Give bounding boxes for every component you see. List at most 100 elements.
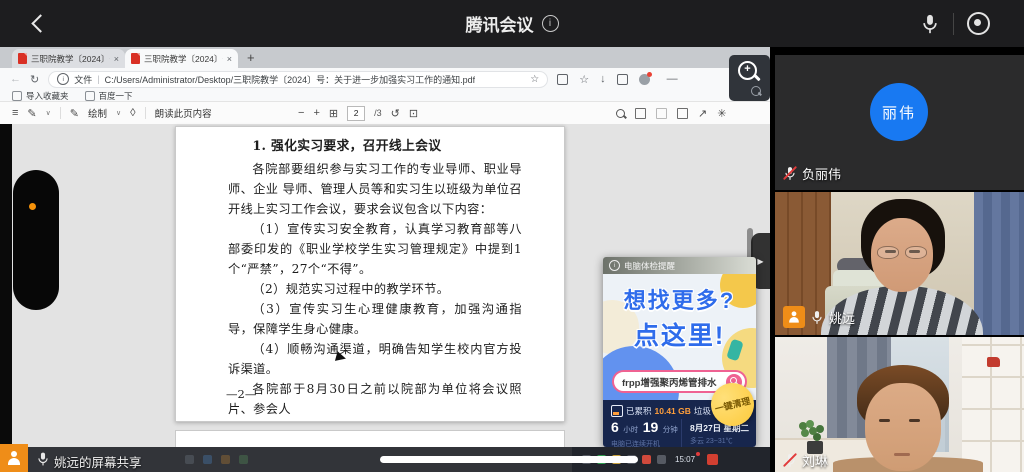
participant-name: 负丽伟 <box>802 164 841 183</box>
floating-toolbar-pill[interactable] <box>13 170 59 310</box>
participant-nametag: 负丽伟 <box>783 164 841 183</box>
browser-back-icon[interactable]: ← <box>10 73 21 85</box>
top-bar-actions <box>920 12 990 35</box>
browser-address-row: ← ↻ i 文件 | C:/Users/Administrator/Deskto… <box>0 68 770 90</box>
tray-notification-icon[interactable] <box>707 454 718 465</box>
junk-size: 10.41 GB <box>655 406 691 416</box>
microphone-icon[interactable] <box>36 451 50 467</box>
share-horizontal-scrollbar[interactable] <box>380 456 638 463</box>
doc-paragraph: （2）规范实习过程中的教学环节。 <box>228 279 522 299</box>
disk-icon <box>611 405 623 417</box>
taskbar-icon[interactable] <box>185 455 194 464</box>
taskbar-icon[interactable] <box>221 455 230 464</box>
new-tab-button[interactable]: + <box>247 50 255 68</box>
address-separator: | <box>97 74 99 84</box>
window-minimize-icon[interactable]: — <box>667 73 678 85</box>
mic-muted-icon <box>783 453 797 468</box>
chevron-down-icon[interactable]: ∨ <box>116 109 121 117</box>
participant-tile-yaoyuan[interactable]: 姚远 <box>775 192 1024 335</box>
zoom-in-icon[interactable]: + <box>313 107 319 119</box>
status-dot <box>29 203 36 210</box>
refresh-icon[interactable]: ↻ <box>30 73 39 86</box>
mic-muted-icon <box>783 166 797 181</box>
tencent-meeting-window: 腾讯会议 i 三职院教学〔2024〕号：关于.. × 三职院教学〔2024〕号：… <box>0 0 1024 472</box>
chevron-right-icon: ▶ <box>757 257 763 266</box>
uptime-column: 6 小时 19 分钟 电脑已连续开机 <box>611 419 681 447</box>
favorites-icon[interactable]: ☆ <box>579 73 589 86</box>
uptime-hours-unit: 小时 <box>623 425 638 434</box>
popup-header[interactable]: i 电脑体检提醒 <box>603 257 756 274</box>
taskbar-icon[interactable] <box>642 455 651 464</box>
page-view-icon[interactable]: ⊡ <box>409 107 418 120</box>
tile-divider <box>770 335 1024 337</box>
popup-header-title: 电脑体检提醒 <box>624 260 675 272</box>
record-icon[interactable] <box>967 12 990 35</box>
meeting-title-wrap: 腾讯会议 i <box>0 0 1024 47</box>
pdf-file-icon <box>131 53 140 64</box>
person-icon <box>7 451 21 465</box>
save-icon[interactable] <box>656 108 667 119</box>
browser-tab-1[interactable]: 三职院教学〔2024〕号：关于.. × <box>12 49 125 68</box>
bookmarks-bar: 导入收藏夹 百度一下 <box>0 90 770 102</box>
taskbar-icon[interactable] <box>239 455 248 464</box>
tab-title: 三职院教学〔2024〕号：关于.. <box>144 53 223 65</box>
signature-icon[interactable] <box>677 108 688 119</box>
pdf-page-3-edge <box>175 430 565 447</box>
page-icon <box>85 91 95 101</box>
person-eye <box>879 419 890 422</box>
draw-pen-icon[interactable]: ✎ <box>70 107 79 120</box>
eraser-icon[interactable]: ◊ <box>130 107 135 119</box>
rotate-icon[interactable]: ↺ <box>391 107 400 120</box>
taskbar-clock[interactable]: 15:07 <box>675 455 695 464</box>
draw-label[interactable]: 绘制 <box>88 106 107 120</box>
participant-tile-liulin[interactable]: 刘琳 <box>775 337 1024 472</box>
zoom-out-icon[interactable]: − <box>298 107 304 119</box>
bookmark-baidu[interactable]: 百度一下 <box>85 90 133 102</box>
split-screen-icon[interactable] <box>557 74 568 85</box>
downloads-icon[interactable]: ↓ <box>600 73 606 85</box>
bookmark-star-icon[interactable]: ☆ <box>530 74 539 85</box>
chevron-down-icon[interactable]: ∨ <box>46 109 51 117</box>
meeting-info-icon[interactable]: i <box>542 15 559 32</box>
plant <box>809 427 817 435</box>
search-icon[interactable] <box>616 109 625 118</box>
taskbar-icon[interactable] <box>657 455 666 464</box>
sharer-avatar <box>0 444 28 472</box>
junk-suffix: 垃圾 <box>694 405 711 417</box>
bookmark-import[interactable]: 导入收藏夹 <box>12 90 69 102</box>
popup-body[interactable]: 想找更多? 点这里! frpp增强聚丙烯管排水 <box>603 274 756 400</box>
uptime-note: 电脑已连续开机 <box>611 439 681 447</box>
pdf-menu-icon[interactable]: ≡ <box>12 107 18 119</box>
folder-icon <box>12 91 22 101</box>
page-number-input[interactable]: 2 <box>347 106 365 121</box>
pdf-toolbar-left: ≡ ✎ ∨ ✎ 绘制 ∨ ◊ 朗读此页内容 <box>12 102 212 124</box>
extensions-icon[interactable] <box>617 74 628 85</box>
address-path: C:/Users/Administrator/Desktop/三职院教学〔202… <box>105 73 476 86</box>
read-aloud-button[interactable]: 朗读此页内容 <box>155 106 212 120</box>
page-total: /3 <box>374 108 382 118</box>
participant-tile-liwei[interactable]: 丽伟 负丽伟 <box>775 55 1024 190</box>
pdf-page-2: 1. 强化实习要求，召开线上会议 各院部要组织参与实习工作的专业导师、职业导师、… <box>175 126 565 422</box>
ad-headline-2: 点这里! <box>603 316 756 352</box>
microphone-icon[interactable] <box>920 13 940 35</box>
browser-profile-avatar[interactable] <box>639 74 650 85</box>
address-bar[interactable]: i 文件 | C:/Users/Administrator/Desktop/三职… <box>48 71 548 88</box>
document-text: 1. 强化实习要求，召开线上会议 各院部要组织参与实习工作的专业导师、职业导师、… <box>228 137 522 419</box>
print-icon[interactable] <box>635 108 646 119</box>
zoom-out-magnifier-icon[interactable] <box>751 86 761 96</box>
tab-close-icon[interactable]: × <box>227 54 232 64</box>
fullscreen-icon[interactable]: ↗ <box>698 107 707 120</box>
highlighter-icon[interactable]: ✎ <box>27 107 36 120</box>
browser-tab-2[interactable]: 三职院教学〔2024〕号：关于.. × <box>125 49 238 68</box>
settings-gear-icon[interactable]: ✳ <box>717 107 726 120</box>
zoom-in-magnifier-icon[interactable]: + <box>738 61 757 80</box>
file-info-icon[interactable]: i <box>57 73 69 85</box>
top-bar-divider <box>953 13 954 35</box>
tab-close-icon[interactable]: × <box>114 54 119 64</box>
uptime-minutes: 19 <box>643 419 659 435</box>
taskbar-icon[interactable] <box>203 455 212 464</box>
fit-page-icon[interactable]: ⊞ <box>329 107 338 120</box>
person-eye <box>909 419 920 422</box>
person-face <box>865 383 941 471</box>
meeting-title: 腾讯会议 <box>466 11 534 36</box>
